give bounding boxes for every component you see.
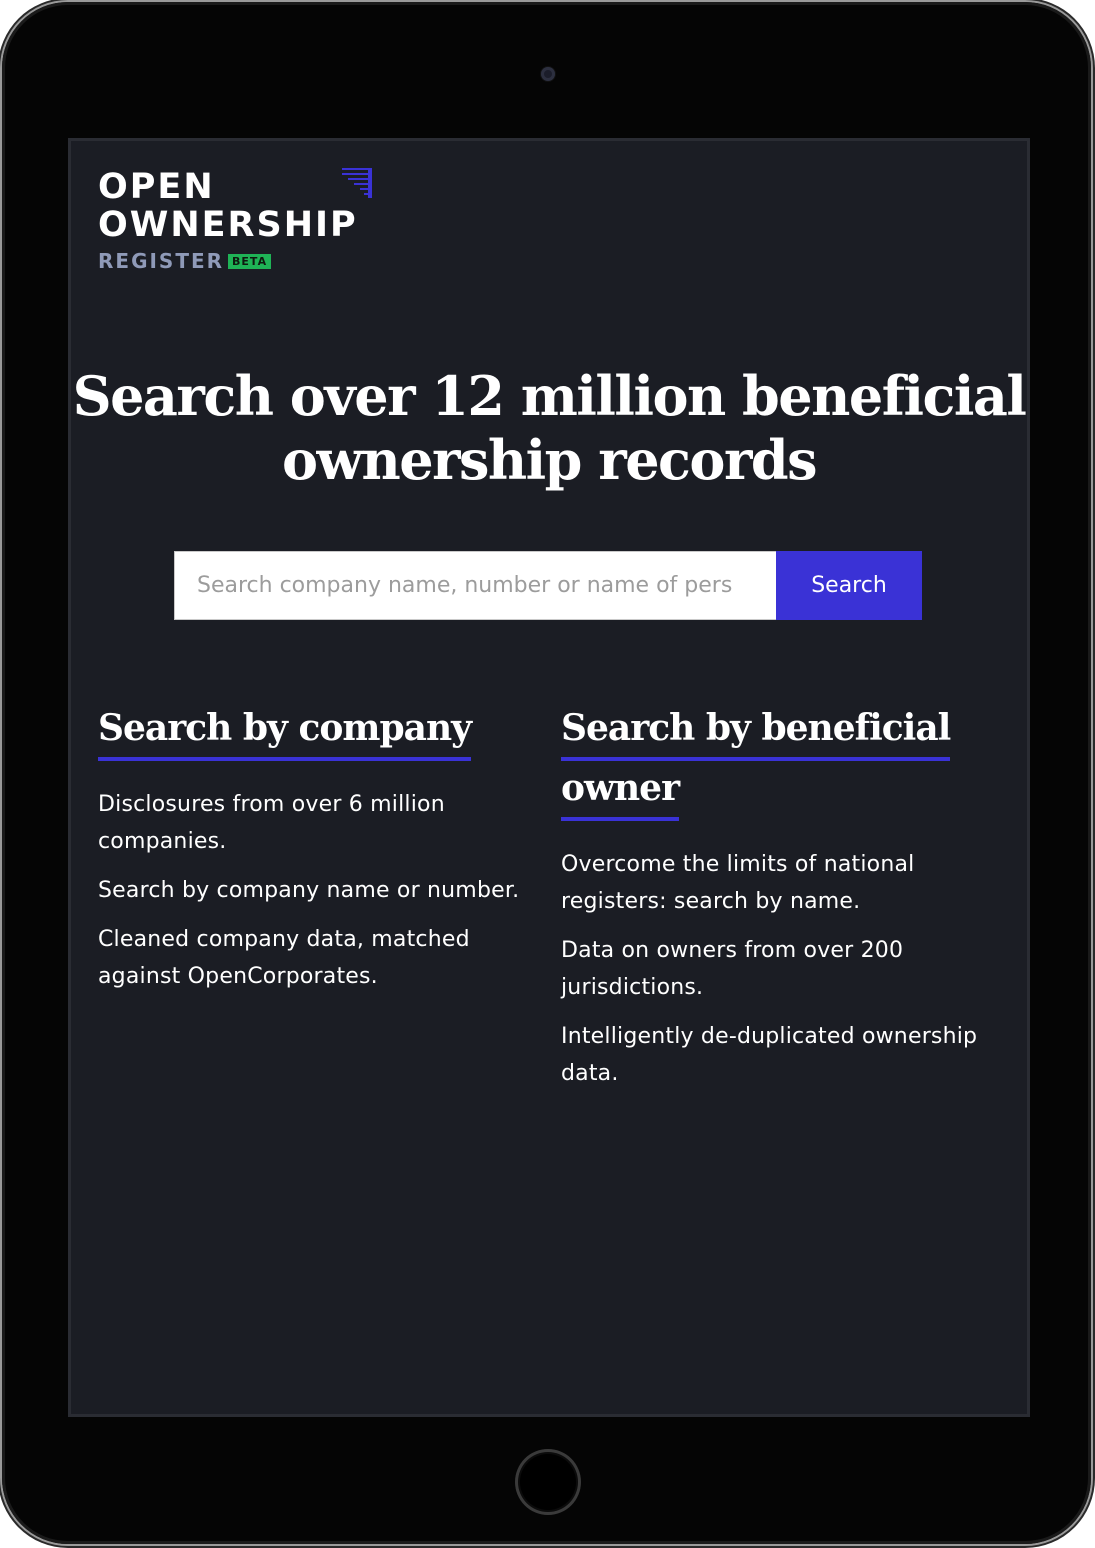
section-heading-text[interactable]: Search by beneficial owner <box>561 707 951 821</box>
home-button[interactable] <box>515 1449 581 1515</box>
search-form: Search <box>174 551 922 620</box>
section-paragraph: Disclosures from over 6 million companie… <box>98 792 445 854</box>
screen: OPEN OWNERSHIP REGISTER BETA Search over… <box>68 138 1030 1417</box>
search-input[interactable] <box>174 551 776 620</box>
camera-icon <box>541 67 555 81</box>
logo-line-register: REGISTER <box>98 249 225 273</box>
section-paragraph: Cleaned company data, matched against Op… <box>98 927 470 989</box>
search-button[interactable]: Search <box>776 551 922 620</box>
section-paragraph: Search by company name or number. <box>98 878 520 903</box>
hero-title: Search over 12 million beneficial owners… <box>72 364 1027 493</box>
section-paragraph: Overcome the limits of national register… <box>561 852 915 914</box>
search-by-company-section: Search by company Disclosures from over … <box>98 698 538 1007</box>
search-by-beneficial-owner-section: Search by beneficial owner Overcome the … <box>561 698 1006 1104</box>
section-paragraph: Data on owners from over 200 jurisdictio… <box>561 938 904 1000</box>
logo-line-ownership: OWNERSHIP <box>98 205 358 245</box>
tablet-frame: OPEN OWNERSHIP REGISTER BETA Search over… <box>2 2 1091 1544</box>
beta-badge: BETA <box>228 253 272 269</box>
section-heading[interactable]: Search by beneficial owner <box>561 698 1006 821</box>
section-paragraph: Intelligently de-duplicated ownership da… <box>561 1024 978 1086</box>
section-body: Overcome the limits of national register… <box>561 846 1006 1092</box>
openownership-stripes-icon <box>342 168 372 198</box>
section-heading[interactable]: Search by company <box>98 698 538 761</box>
section-body: Disclosures from over 6 million companie… <box>98 786 538 995</box>
logo-line-register-row: REGISTER BETA <box>98 250 358 272</box>
section-heading-text[interactable]: Search by company <box>98 707 472 761</box>
site-logo[interactable]: OPEN OWNERSHIP REGISTER BETA <box>98 168 358 272</box>
logo-line-open: OPEN <box>98 167 215 207</box>
